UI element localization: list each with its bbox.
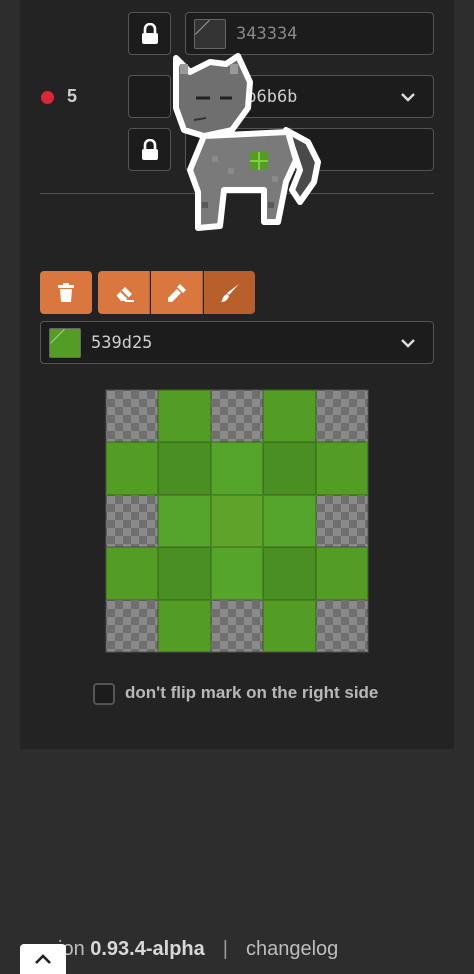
layer-dot xyxy=(41,91,54,104)
eraser-tool-button[interactable] xyxy=(98,271,150,314)
mark-grid-cell[interactable] xyxy=(106,547,159,600)
lock-icon xyxy=(141,138,158,160)
lock-color-value: 343334 xyxy=(236,23,298,44)
changelog-link[interactable]: changelog xyxy=(246,938,338,960)
chevron-down-icon xyxy=(401,93,415,102)
mark-grid-cell[interactable] xyxy=(263,599,316,652)
mark-grid-cell[interactable] xyxy=(210,599,264,652)
mark-grid-cell[interactable] xyxy=(158,494,211,548)
mark-grid-cell[interactable] xyxy=(315,442,368,495)
mark-grid-cell[interactable] xyxy=(315,494,368,548)
mark-grid-cell[interactable] xyxy=(263,442,316,495)
flip-mark-checkbox[interactable] xyxy=(93,683,115,705)
delete-button[interactable] xyxy=(40,271,92,314)
layer-number: 5 xyxy=(67,86,78,106)
mark-grid-cell[interactable] xyxy=(210,494,264,548)
mark-grid-cell[interactable] xyxy=(210,390,264,443)
chevron-up-icon xyxy=(35,954,51,964)
eyedropper-icon xyxy=(167,283,186,302)
mark-grid-cell[interactable] xyxy=(158,390,211,443)
mark-grid-cell[interactable] xyxy=(315,390,368,443)
eraser-icon xyxy=(114,286,134,302)
lock-button[interactable] xyxy=(128,128,171,171)
mark-grid-cell[interactable] xyxy=(263,547,316,600)
brush-icon xyxy=(220,283,239,302)
mark-grid-cell[interactable] xyxy=(210,547,264,600)
color-swatch xyxy=(49,327,81,358)
lock-button[interactable] xyxy=(128,12,171,55)
layer-visibility-button[interactable] xyxy=(128,75,171,118)
brush-tool-button[interactable] xyxy=(204,271,255,314)
trash-icon xyxy=(58,282,74,302)
mark-grid-cell[interactable] xyxy=(106,442,159,495)
mark-grid-cell[interactable] xyxy=(106,390,159,443)
lock-icon xyxy=(141,22,158,44)
mark-color-select[interactable]: 539d25 xyxy=(40,321,434,364)
flip-mark-label: don't flip mark on the right side xyxy=(125,683,379,702)
mark-grid-cell[interactable] xyxy=(263,494,316,548)
pony-sprite-icon xyxy=(173,53,321,231)
mark-editor-grid[interactable] xyxy=(105,389,369,653)
version-number: 0.93.4-alpha xyxy=(90,938,205,960)
chevron-down-icon xyxy=(401,339,415,348)
footer: ion 0.93.4-alpha | changelog xyxy=(58,938,338,961)
mark-grid-cell[interactable] xyxy=(158,547,211,600)
mark-grid-cell[interactable] xyxy=(158,599,211,652)
mark-color-value: 539d25 xyxy=(91,332,153,353)
footer-separator: | xyxy=(222,938,228,960)
lock-color-field[interactable]: 343334 xyxy=(185,12,434,55)
mark-grid-cell[interactable] xyxy=(106,494,159,548)
mark-grid-cell[interactable] xyxy=(210,442,264,495)
mark-grid-cell[interactable] xyxy=(106,599,159,652)
mark-grid-cell[interactable] xyxy=(315,599,368,652)
scroll-to-top-button[interactable] xyxy=(20,944,66,974)
mark-grid-cell[interactable] xyxy=(263,390,316,443)
color-swatch xyxy=(194,18,226,49)
mark-grid-cell[interactable] xyxy=(315,547,368,600)
mark-grid-cell[interactable] xyxy=(158,442,211,495)
pony-preview[interactable] xyxy=(168,52,322,249)
eyedropper-tool-button[interactable] xyxy=(151,271,203,314)
